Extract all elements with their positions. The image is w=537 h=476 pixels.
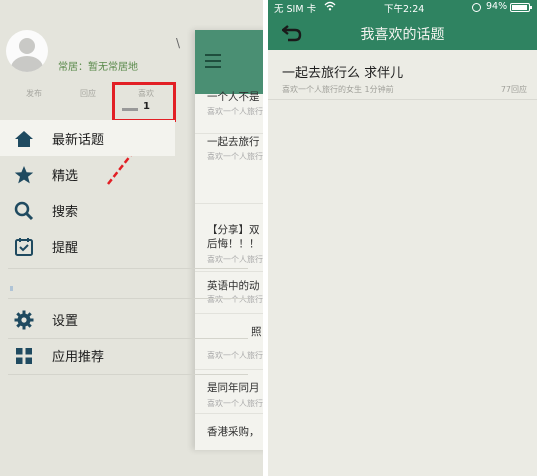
header-mark: \ <box>176 36 181 50</box>
list-item-sub: 喜欢一个人旅行 <box>207 152 263 161</box>
list-item-title: 英语中的动 <box>207 280 260 292</box>
nav-item-latest[interactable]: 最新话题 <box>0 120 175 156</box>
list-item-title: 照 <box>251 326 262 338</box>
list-item-title: 一起去旅行 <box>207 136 260 148</box>
right-screen: 无 SIM 卡 下午2:24 94% 我喜欢的话题 一起去旅行么 求伴儿 喜欢一… <box>268 0 537 476</box>
apps-grid-icon <box>16 348 32 364</box>
navigation-bar: 我喜欢的话题 <box>268 16 537 50</box>
list-item[interactable]: 一起去旅行 喜欢一个人旅行 <box>195 134 263 204</box>
divider <box>8 374 248 375</box>
divider <box>8 298 248 299</box>
list-item-title: 香港采购， <box>207 426 260 438</box>
list-item[interactable]: 照 喜欢一个人旅行 <box>195 314 263 370</box>
list-item-title: 是同年同月 <box>207 382 260 394</box>
nav-label: 最新话题 <box>52 133 105 148</box>
nav-label: 设置 <box>52 314 79 329</box>
reminder-icon <box>15 238 33 256</box>
side-drawer: 常居：暂无常居地 \ 发布 回应 喜欢 1 最新话题 精选 搜索 提醒 设置 应… <box>0 0 248 476</box>
list-item-sub: 喜欢一个人旅行 <box>207 255 263 264</box>
home-icon <box>15 131 33 147</box>
decorative-mark <box>10 286 13 291</box>
divider <box>8 268 248 269</box>
list-item-sub: 喜欢一个人旅行 <box>207 399 263 408</box>
list-item[interactable]: 是同年同月 喜欢一个人旅行 <box>195 370 263 414</box>
carrier-label: 无 SIM 卡 <box>274 4 317 15</box>
nav-label: 精选 <box>52 169 79 184</box>
nav-label: 提醒 <box>52 241 79 256</box>
list-item-title: 一个人不是 <box>207 91 260 103</box>
search-icon <box>14 201 34 221</box>
page-title: 我喜欢的话题 <box>360 27 445 43</box>
nav-item-search[interactable]: 搜索 <box>0 192 195 228</box>
topic-meta: 喜欢一个人旅行的女生 1分钟前 <box>282 85 394 94</box>
battery-percent: 94% <box>486 1 508 12</box>
topic-replies: 77回应 <box>500 85 527 94</box>
topic-row[interactable]: 一起去旅行么 求伴儿 喜欢一个人旅行的女生 1分钟前 77回应 <box>268 50 537 100</box>
menu-icon[interactable] <box>205 54 221 68</box>
list-item-sub: 喜欢一个人旅行 <box>207 295 263 304</box>
topic-feed-panel: 一个人不是 喜欢一个人旅行 一起去旅行 喜欢一个人旅行 【分享】双 后悔！！！ … <box>195 30 263 450</box>
list-item[interactable]: 香港采购， <box>195 414 263 450</box>
nav-label: 应用推荐 <box>52 350 105 365</box>
stat-posts[interactable]: 发布 <box>26 88 42 99</box>
likes-highlight-box <box>112 82 176 122</box>
status-bar: 无 SIM 卡 下午2:24 94% <box>268 0 537 16</box>
wifi-icon <box>324 1 336 11</box>
nav-label: 搜索 <box>52 205 79 220</box>
list-item-title: 【分享】双 <box>207 224 260 236</box>
battery-icon <box>510 3 532 12</box>
orientation-lock-icon <box>472 3 481 12</box>
avatar[interactable] <box>6 30 48 72</box>
topic-title: 一起去旅行么 求伴儿 <box>282 66 404 81</box>
list-item[interactable]: 英语中的动 喜欢一个人旅行 <box>195 272 263 314</box>
nav-item-settings[interactable]: 设置 <box>0 301 195 337</box>
left-screen: 一个人不是 喜欢一个人旅行 一起去旅行 喜欢一个人旅行 【分享】双 后悔！！！ … <box>0 0 263 476</box>
feed-header-bar <box>195 30 263 94</box>
residence-label: 常居：暂无常居地 <box>58 62 138 73</box>
list-item-sub: 喜欢一个人旅行 <box>207 351 263 360</box>
list-item-title-line2: 后悔！！！ <box>207 238 260 250</box>
nav-item-app-recommend[interactable]: 应用推荐 <box>0 337 195 373</box>
nav-item-featured[interactable]: 精选 <box>0 156 195 192</box>
stat-replies[interactable]: 回应 <box>80 88 96 99</box>
star-icon <box>14 166 34 184</box>
list-item[interactable]: 【分享】双 后悔！！！ 喜欢一个人旅行 <box>195 204 263 272</box>
list-item[interactable]: 一个人不是 喜欢一个人旅行 <box>195 91 263 134</box>
list-item-sub: 喜欢一个人旅行 <box>207 107 263 116</box>
status-time: 下午2:24 <box>384 4 425 15</box>
nav-item-reminder[interactable]: 提醒 <box>0 228 195 264</box>
gear-icon <box>14 310 34 330</box>
